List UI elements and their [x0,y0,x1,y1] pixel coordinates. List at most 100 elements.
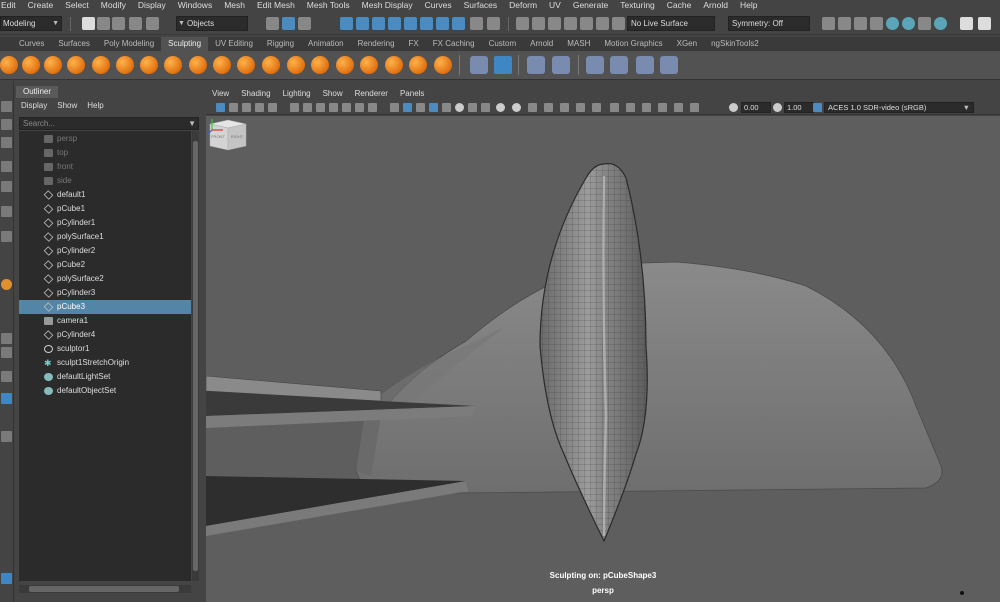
lasso-tool-icon[interactable] [1,119,12,130]
menu-windows[interactable]: Windows [172,0,218,11]
symmetry-select[interactable]: Symmetry: Off [728,16,810,31]
menu-generate[interactable]: Generate [567,0,614,11]
menu-uv[interactable]: UV [543,0,567,11]
xray-joints-icon[interactable] [576,103,585,112]
sculpt-deformer-icon[interactable] [610,56,628,74]
soft-mod-icon[interactable] [636,56,654,74]
outliner-item[interactable]: defaultLightSet [19,370,191,384]
menu-texturing[interactable]: Texturing [614,0,661,11]
layout-outliner-icon[interactable] [1,393,12,404]
menu-display[interactable]: Display [132,0,172,11]
snap-point-icon[interactable] [548,17,561,30]
cluster-icon[interactable] [660,56,678,74]
menu-edit-mesh[interactable]: Edit Mesh [251,0,301,11]
xray-icon[interactable] [560,103,569,112]
shelf-tab-uv-editing[interactable]: UV Editing [208,37,260,51]
shelf-tab-xgen[interactable]: XGen [670,37,704,51]
new-scene-icon[interactable] [82,17,95,30]
scrape-tool-icon[interactable] [262,56,280,74]
smooth-tool-icon[interactable] [22,56,40,74]
shelf-tab-animation[interactable]: Animation [301,37,351,51]
shelf-tab-ngskintools2[interactable]: ngSkinTools2 [704,37,766,51]
outliner-item[interactable]: pCylinder4 [19,328,191,342]
isolate-select-icon[interactable] [544,103,553,112]
amplify-tool-icon[interactable] [385,56,403,74]
freeze-tool-icon[interactable] [409,56,427,74]
object-mode-icon[interactable] [282,17,295,30]
safe-action-icon[interactable] [355,103,364,112]
use-all-lights-icon[interactable] [455,103,464,112]
anti-aliasing-icon[interactable] [512,103,521,112]
repeat-tool-icon[interactable] [189,56,207,74]
flatten-tool-icon[interactable] [116,56,134,74]
layout-single-icon[interactable] [1,333,12,344]
sculpt-tool-icon[interactable] [0,56,18,74]
snap-live-icon[interactable] [596,17,609,30]
shape-editor-icon[interactable] [552,56,570,74]
pin-icon[interactable] [960,17,973,30]
component-mode-icon[interactable] [298,17,311,30]
relax-tool-icon[interactable] [44,56,62,74]
shelf-tab-surfaces[interactable]: Surfaces [51,37,97,51]
mask-tool-icon[interactable] [434,56,452,74]
gate-mask-icon[interactable] [329,103,338,112]
image-plane-icon[interactable] [268,103,277,112]
select-dynamics-icon[interactable] [420,17,433,30]
menu-mesh-display[interactable]: Mesh Display [356,0,419,11]
outliner-item[interactable]: top [19,146,191,160]
snap-center-icon[interactable] [612,17,625,30]
outliner-item[interactable]: pCube3 [19,300,191,314]
lock-icon[interactable] [470,17,483,30]
exposure-icon[interactable] [729,103,738,112]
menu-curves[interactable]: Curves [419,0,458,11]
shelf-tab-motion-graphics[interactable]: Motion Graphics [597,37,669,51]
menu-arnold[interactable]: Arnold [697,0,734,11]
shelf-tab-arnold[interactable]: Arnold [523,37,560,51]
open-scene-icon[interactable] [97,17,110,30]
menu-cache[interactable]: Cache [661,0,698,11]
textured-icon[interactable] [442,103,451,112]
knife-tool-icon[interactable] [311,56,329,74]
shelf-tab-poly-modeling[interactable]: Poly Modeling [97,37,161,51]
shadows-icon[interactable] [468,103,477,112]
arnold-render-icon[interactable] [902,17,915,30]
outliner-menu-show[interactable]: Show [52,100,82,112]
spray-tool-icon[interactable] [164,56,182,74]
bulge-tool-icon[interactable] [360,56,378,74]
shelf-tab-rendering[interactable]: Rendering [351,37,402,51]
use-default-material-icon[interactable] [416,103,425,112]
move-tool-icon[interactable] [1,161,12,172]
search-icon[interactable] [1,431,12,442]
snap-grid-icon[interactable] [516,17,529,30]
snap-view-icon[interactable] [564,17,577,30]
outliner-item[interactable]: polySurface1 [19,230,191,244]
film-gate-icon[interactable] [303,103,312,112]
outliner-item[interactable]: camera1 [19,314,191,328]
outliner-item[interactable]: side [19,174,191,188]
render-settings-icon[interactable] [870,17,883,30]
select-by-handle-icon[interactable] [340,17,353,30]
outliner-item[interactable]: sculptor1 [19,342,191,356]
outliner-item[interactable]: pCylinder3 [19,286,191,300]
gamma-field[interactable]: 1.00 [784,102,814,113]
layout-side-icon[interactable] [1,371,12,382]
outliner-item[interactable]: pCylinder1 [19,216,191,230]
viewport-menu-lighting[interactable]: Lighting [277,88,317,100]
menu-select[interactable]: Select [59,0,95,11]
shelf-tab-custom[interactable]: Custom [482,37,524,51]
hud-icon[interactable] [626,103,635,112]
select-tool-icon[interactable] [1,101,12,112]
outliner-menu-display[interactable]: Display [16,100,52,112]
render-frame-icon[interactable] [822,17,835,30]
safe-title-icon[interactable] [368,103,377,112]
color-management-icon[interactable] [813,103,822,112]
field-chart-icon[interactable] [342,103,351,112]
outliner-item[interactable]: pCube1 [19,202,191,216]
render-view-icon[interactable] [838,17,851,30]
scrollbar-thumb[interactable] [193,141,198,571]
backface-culling-icon[interactable] [610,103,619,112]
depth-of-field-icon[interactable] [528,103,537,112]
outliner-item[interactable]: ✱ sculpt1StretchOrigin [19,356,191,370]
resolution-gate-icon[interactable] [316,103,325,112]
layout-four-icon[interactable] [1,347,12,358]
